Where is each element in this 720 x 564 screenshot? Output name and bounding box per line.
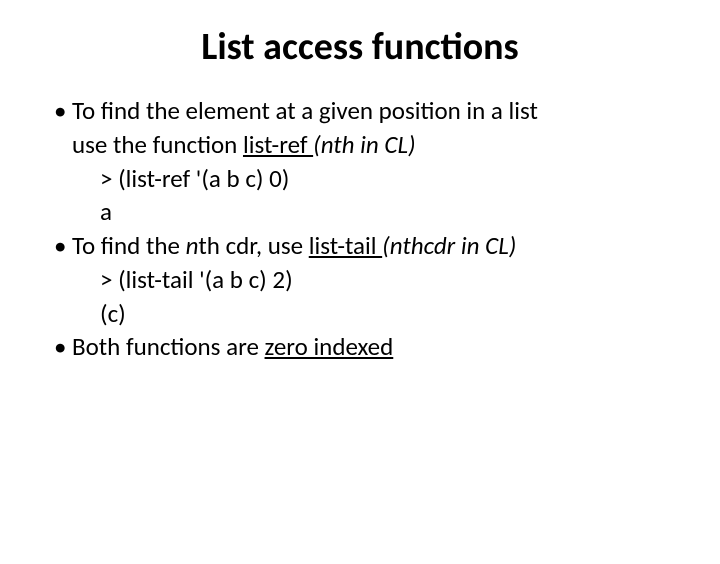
bullet-1-result: a <box>72 195 662 229</box>
text: Both functions are <box>72 331 265 362</box>
underline-list-tail: list-tail <box>309 230 382 261</box>
text: th cdr, use <box>198 230 308 261</box>
bullet-1-code: > (list-ref '(a b c) 0) <box>72 162 662 196</box>
italic-nthcdr-cl: (nthcdr in CL) <box>382 230 516 261</box>
underline-list-ref: list-ref <box>243 129 313 160</box>
bullet-1-line-2: use the function list-ref (nth in CL) <box>72 128 662 162</box>
bullet-2: To find the nth cdr, use list-tail (nthc… <box>72 229 662 263</box>
underline-zero-indexed: zero indexed <box>265 331 394 362</box>
italic-nth-cl: (nth in CL) <box>313 129 415 160</box>
bullet-2-result: (c) <box>72 297 662 331</box>
text: use the function <box>72 129 243 160</box>
text: To find the <box>72 230 186 261</box>
page-title: List access functions <box>0 24 720 70</box>
slide-body: To find the element at a given position … <box>0 94 720 364</box>
italic-n: n <box>186 230 199 261</box>
bullet-2-code: > (list-tail '(a b c) 2) <box>72 263 662 297</box>
bullet-1-line-1: To find the element at a given position … <box>72 94 662 128</box>
bullet-3: Both functions are zero indexed <box>72 330 662 364</box>
